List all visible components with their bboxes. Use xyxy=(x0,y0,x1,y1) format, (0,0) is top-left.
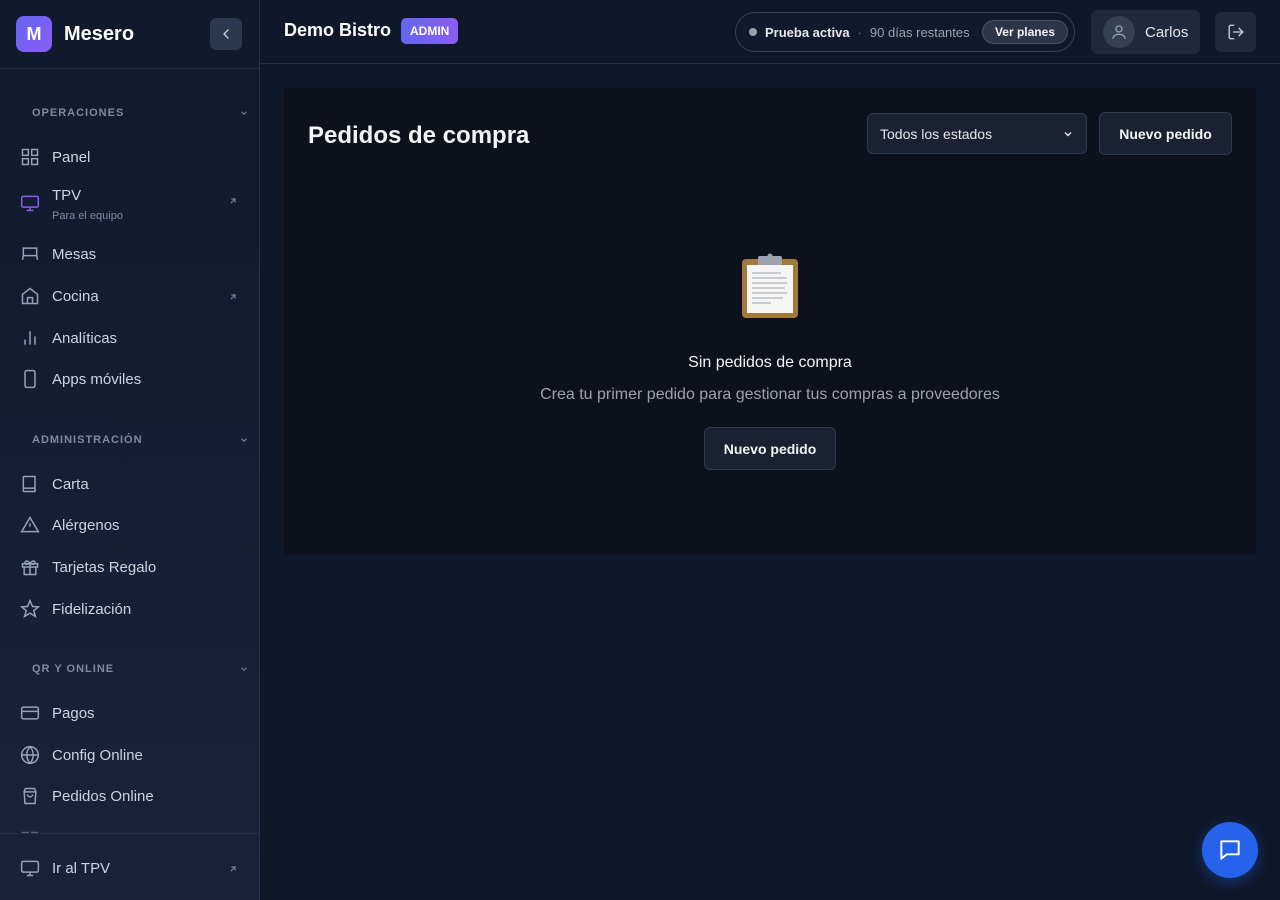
chevron-down-icon xyxy=(241,667,247,671)
sidebar-item-apps-moviles[interactable]: Apps móviles xyxy=(16,361,244,397)
trial-status: Prueba activa xyxy=(765,24,850,40)
logout-button[interactable] xyxy=(1215,12,1256,52)
logout-icon xyxy=(1228,24,1243,40)
sidebar-item-analiticas[interactable]: Analíticas xyxy=(16,320,244,356)
status-filter-value: Todos los estados xyxy=(880,125,993,142)
sidebar-item-label: Config Online xyxy=(52,746,143,764)
trial-status-pill: Prueba activa · 90 días restantes Ver pl… xyxy=(735,12,1075,52)
sidebar-nav: OPERACIONES Panel TPV Para el equipo Mes… xyxy=(0,69,259,833)
business-name: Demo Bistro xyxy=(284,20,392,40)
status-filter-select[interactable]: Todos los estados xyxy=(867,113,1087,154)
sidebar-item-fidelizacion[interactable]: Fidelización xyxy=(16,591,244,627)
purchase-orders-card: Pedidos de compra Todos los estados Nuev… xyxy=(284,88,1256,554)
sidebar-item-label: Panel xyxy=(52,148,91,166)
chevron-down-icon xyxy=(1064,131,1072,137)
chevron-left-icon xyxy=(223,29,229,39)
sidebar-item-label: Pedidos Online xyxy=(52,787,154,805)
top-bar: Demo Bistro ADMIN Prueba activa · 90 día… xyxy=(260,0,1280,64)
brand-logo: M xyxy=(16,16,52,52)
sidebar-item-panel[interactable]: Panel xyxy=(16,139,244,175)
sidebar-item-partial[interactable] xyxy=(16,822,244,833)
sidebar-item-sublabel: Para el equipo xyxy=(52,210,123,222)
sidebar-item-label: Carta xyxy=(52,475,89,493)
grid-icon xyxy=(20,147,40,167)
sidebar-item-alergenos[interactable]: Alérgenos xyxy=(16,507,244,543)
chat-bubble-icon xyxy=(1220,840,1240,860)
sidebar-footer: Ir al TPV xyxy=(0,833,259,900)
sidebar-item-mesas[interactable]: Mesas xyxy=(16,236,244,272)
section-header-operaciones[interactable]: OPERACIONES xyxy=(32,104,249,122)
sidebar-item-label: Mesas xyxy=(52,245,97,263)
trial-separator: · xyxy=(857,24,862,40)
shopping-bag-icon xyxy=(20,786,40,806)
sidebar-item-label: Pagos xyxy=(52,704,95,722)
table-icon xyxy=(20,244,40,264)
user-menu[interactable]: Carlos xyxy=(1091,10,1200,54)
clipboard-icon xyxy=(741,253,799,324)
chevron-down-icon xyxy=(241,111,247,115)
section-title: QR Y ONLINE xyxy=(32,663,115,675)
go-to-tpv-label: Ir al TPV xyxy=(52,859,111,877)
go-to-tpv-link[interactable]: Ir al TPV xyxy=(16,850,244,886)
sidebar-item-pedidos-online[interactable]: Pedidos Online xyxy=(16,778,244,814)
view-plans-button[interactable]: Ver planes xyxy=(981,20,1068,44)
brand-name: Mesero xyxy=(64,22,135,45)
monitor-icon xyxy=(20,193,40,213)
external-link-icon xyxy=(228,861,238,879)
sidebar-item-label: Cocina xyxy=(52,287,99,305)
role-badge: ADMIN xyxy=(401,18,459,44)
empty-state-title: Sin pedidos de compra xyxy=(688,354,852,371)
brand: M Mesero xyxy=(0,0,259,69)
chat-support-button[interactable] xyxy=(1202,822,1258,878)
empty-state-description: Crea tu primer pedido para gestionar tus… xyxy=(540,386,1000,403)
sidebar-item-config-online[interactable]: Config Online xyxy=(16,737,244,773)
external-link-icon xyxy=(228,289,238,307)
sidebar-item-label: Fidelización xyxy=(52,600,132,618)
section-header-administracion[interactable]: ADMINISTRACIÓN xyxy=(32,431,249,449)
sidebar-item-label: Analíticas xyxy=(52,329,118,347)
bar-chart-icon xyxy=(20,328,40,348)
avatar xyxy=(1103,16,1135,48)
sidebar-item-carta[interactable]: Carta xyxy=(16,466,244,502)
trial-days-remaining: 90 días restantes xyxy=(869,24,970,40)
status-dot-icon xyxy=(749,28,757,36)
empty-state-new-order-button[interactable]: Nuevo pedido xyxy=(704,427,836,470)
credit-card-icon xyxy=(20,703,40,723)
collapse-sidebar-button[interactable] xyxy=(210,18,242,50)
section-header-qr-online[interactable]: QR Y ONLINE xyxy=(32,660,249,678)
external-link-icon xyxy=(228,193,238,211)
sidebar-item-label: Alérgenos xyxy=(52,516,120,534)
monitor-icon xyxy=(20,858,40,878)
gift-icon xyxy=(20,557,40,577)
chevron-down-icon xyxy=(241,438,247,442)
new-order-button[interactable]: Nuevo pedido xyxy=(1099,112,1232,155)
sidebar-item-tpv[interactable]: TPV Para el equipo xyxy=(16,181,244,225)
book-icon xyxy=(20,474,40,494)
sidebar: M Mesero OPERACIONES Panel TPV Para el e… xyxy=(0,0,260,900)
sidebar-item-label: TPV xyxy=(52,187,82,204)
home-icon xyxy=(20,286,40,306)
sidebar-item-label: Tarjetas Regalo xyxy=(52,558,157,576)
sidebar-item-cocina[interactable]: Cocina xyxy=(16,278,244,314)
globe-icon xyxy=(20,745,40,765)
sidebar-item-tarjetas-regalo[interactable]: Tarjetas Regalo xyxy=(16,549,244,585)
section-title: ADMINISTRACIÓN xyxy=(32,434,143,446)
page-title: Pedidos de compra xyxy=(308,122,530,149)
star-icon xyxy=(20,599,40,619)
section-title: OPERACIONES xyxy=(32,107,125,119)
sidebar-item-pagos[interactable]: Pagos xyxy=(16,695,244,731)
sidebar-item-label: Apps móviles xyxy=(52,370,142,388)
user-icon xyxy=(1112,25,1126,39)
warning-icon xyxy=(20,515,40,535)
user-name: Carlos xyxy=(1145,23,1189,41)
phone-icon xyxy=(20,369,40,389)
